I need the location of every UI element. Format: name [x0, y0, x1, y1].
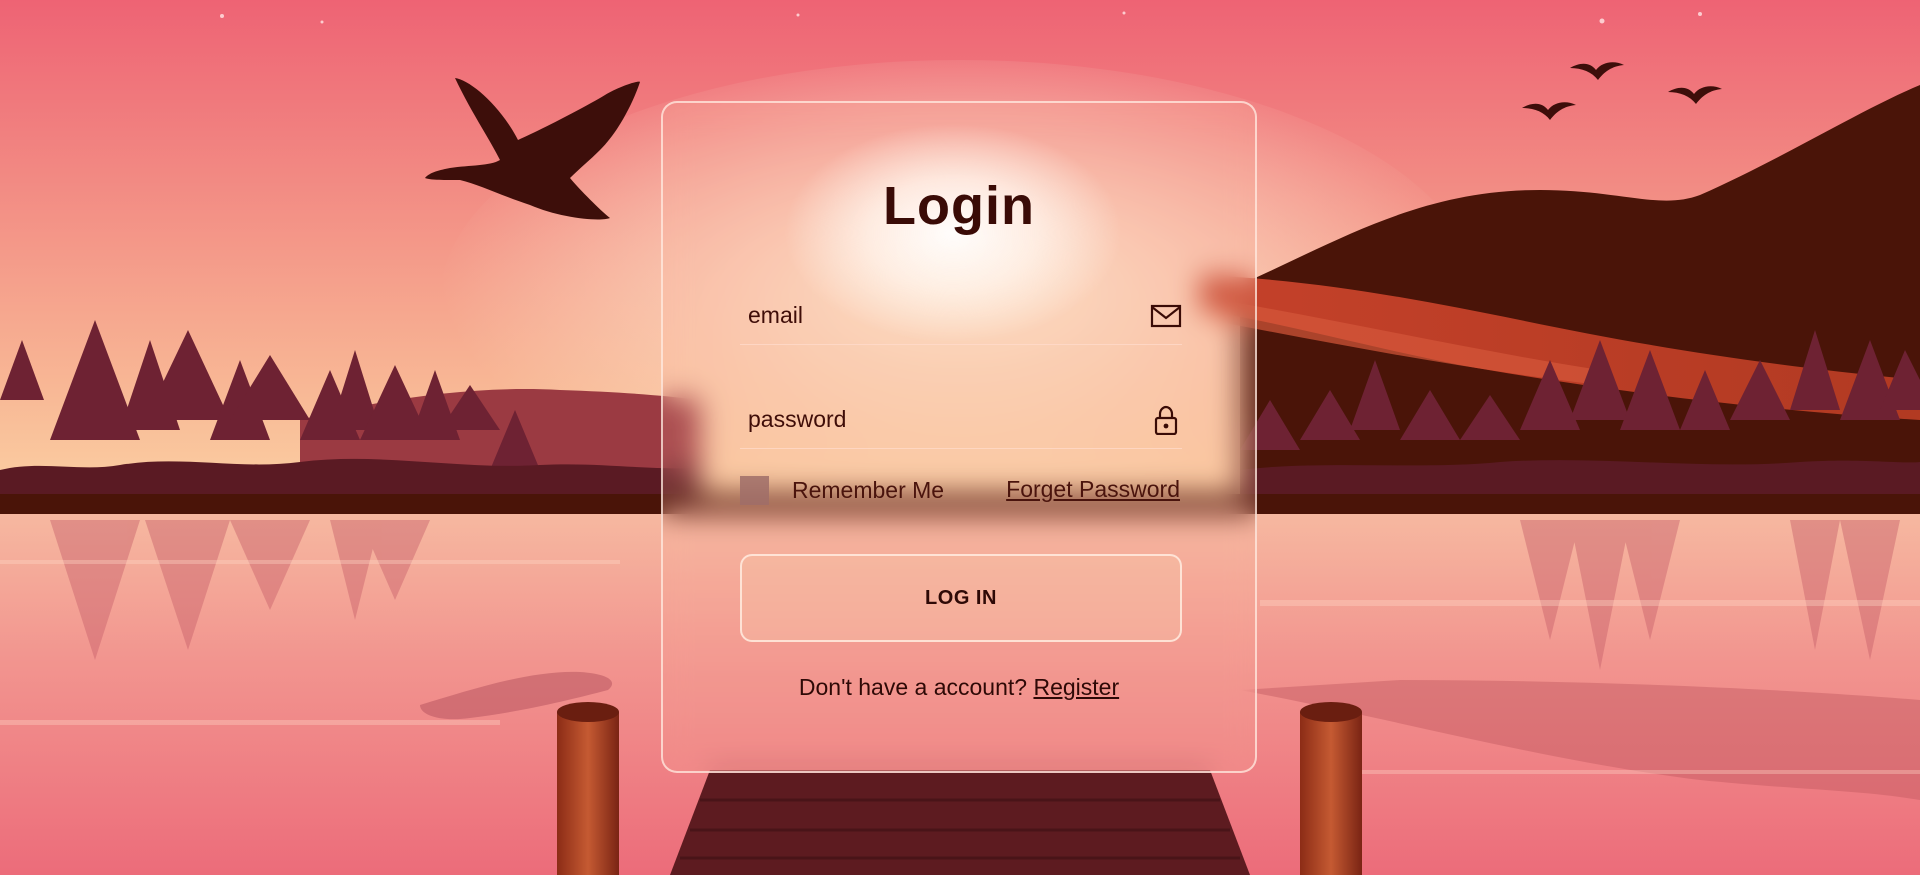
remember-label: Remember Me — [792, 476, 945, 503]
register-link[interactable]: Register — [1033, 674, 1119, 700]
login-button[interactable]: LOG IN — [740, 554, 1182, 642]
register-prompt: Don't have a account? Register — [663, 674, 1255, 701]
envelope-icon — [1150, 301, 1182, 331]
password-input[interactable] — [740, 392, 1138, 446]
email-field — [740, 288, 1182, 345]
password-field — [740, 392, 1182, 449]
login-card: Login Remember Me Forget Password LOG IN… — [661, 101, 1257, 773]
remember-me: Remember Me — [740, 475, 944, 505]
page-title: Login — [883, 176, 1035, 236]
register-text: Don't have a account? — [798, 674, 1028, 700]
forgot-password-link[interactable]: Forget Password — [1006, 476, 1180, 503]
lock-icon — [1150, 405, 1182, 436]
remember-checkbox[interactable] — [740, 475, 769, 505]
email-input[interactable] — [740, 288, 1138, 342]
